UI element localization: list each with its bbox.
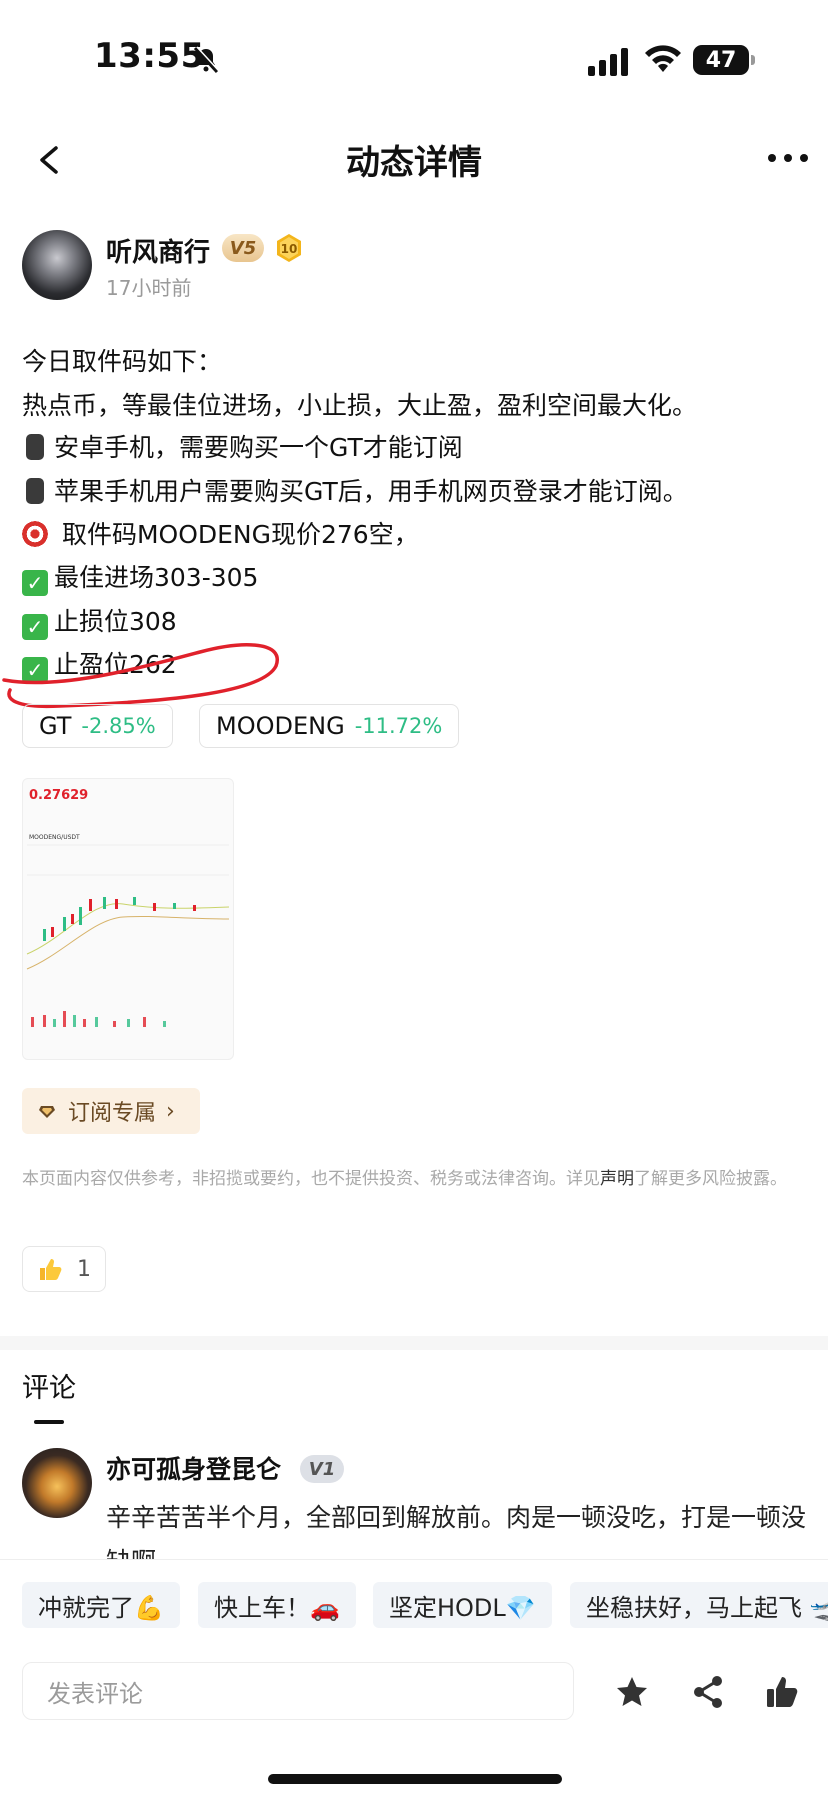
comment-input[interactable]: 发表评论	[22, 1662, 574, 1720]
thumb-price: 0.27629	[29, 788, 88, 803]
check-mark-icon: ✓	[22, 570, 48, 596]
wifi-icon	[645, 45, 681, 72]
post-line-text: 取件码MOODENG现价276空，	[54, 520, 419, 549]
signal-icon	[588, 48, 628, 76]
quick-reply-chip[interactable]: 冲就完了💪	[22, 1582, 180, 1628]
level-number: 10	[281, 242, 298, 256]
chart-screenshot-image[interactable]: 0.27629 MOODENG/USDT	[22, 778, 234, 1060]
ticker-symbol: MOODENG	[216, 712, 345, 740]
post-line: 今日取件码如下：	[22, 347, 223, 376]
post-line: ✓ 最佳进场303-305	[22, 558, 258, 596]
bell-muted-icon	[193, 46, 219, 74]
risk-disclaimer: 本页面内容仅供参考，非招揽或要约，也不提供投资、税务或法律咨询。详见声明了解更多…	[22, 1166, 806, 1192]
disclaimer-text: 本页面内容仅供参考，非招揽或要约，也不提供投资、税务或法律咨询。详见	[22, 1169, 600, 1189]
post-line: 取件码MOODENG现价276空，	[22, 515, 419, 551]
quick-reply-chip[interactable]: 坐稳扶好，马上起飞 🛫	[570, 1582, 828, 1628]
share-icon[interactable]	[690, 1674, 726, 1710]
diamond-icon	[39, 1106, 55, 1118]
thumbs-up-emoji-icon	[40, 1259, 62, 1280]
like-count: 1	[77, 1256, 91, 1282]
red-ink-circle	[2, 643, 279, 709]
level-badge-icon: 10	[277, 234, 301, 262]
author-name[interactable]: 听风商行	[106, 232, 210, 269]
post-line: 安卓手机，需要购买一个GT才能订阅	[22, 428, 463, 464]
post-line: 苹果手机用户需要购买GT后，用手机网页登录才能订阅。	[22, 472, 688, 508]
kline-chart-thumbnail: 0.27629 MOODENG/USDT	[26, 788, 230, 1027]
battery-indicator: 47	[693, 45, 755, 75]
section-divider	[0, 1336, 828, 1350]
more-dots-icon[interactable]	[766, 150, 810, 166]
post-time: 17小时前	[106, 276, 192, 300]
post-line-text: 最佳进场303-305	[54, 563, 259, 592]
author-avatar[interactable]	[22, 230, 92, 300]
status-time: 13:55	[94, 36, 205, 76]
star-icon[interactable]	[614, 1674, 650, 1710]
ticker-chip[interactable]: GT -2.85%	[22, 704, 173, 748]
thumb-pair: MOODENG/USDT	[29, 834, 80, 841]
disclaimer-link[interactable]: 声明	[600, 1169, 634, 1189]
ticker-change: -11.72%	[354, 714, 443, 738]
post-line-text: 苹果手机用户需要购买GT后，用手机网页登录才能订阅。	[54, 477, 688, 506]
page-title: 动态详情	[346, 143, 482, 183]
chevron-right-icon: ›	[166, 1098, 175, 1124]
home-indicator	[268, 1774, 562, 1784]
ticker-symbol: GT	[39, 712, 72, 740]
commenter-avatar[interactable]	[22, 1448, 92, 1518]
quick-reply-chip[interactable]: 快上车！🚗	[198, 1582, 356, 1628]
thumbs-up-icon[interactable]	[764, 1674, 800, 1710]
disclaimer-text-end: 了解更多风险披露。	[634, 1169, 787, 1189]
comment-text: 辛辛苦苦半个月，全部回到解放前。肉是一顿没吃，打是一顿没缺啊	[106, 1503, 807, 1560]
comments-title: 评论	[22, 1373, 76, 1404]
post-line: 热点币，等最佳位进场，小止损，大止盈，盈利空间最大化。	[22, 391, 698, 420]
dart-icon	[22, 521, 48, 547]
phone-icon	[26, 478, 44, 504]
like-button[interactable]: 1	[22, 1246, 106, 1292]
ticker-chip[interactable]: MOODENG -11.72%	[199, 704, 460, 748]
post-line-text: 安卓手机，需要购买一个GT才能订阅	[54, 433, 463, 462]
ticker-change: -2.85%	[81, 714, 156, 738]
vip-badge: V5	[222, 234, 264, 262]
vip-badge: V1	[300, 1455, 344, 1483]
quick-reply-chip[interactable]: 坚定HODL💎	[373, 1582, 552, 1628]
commenter-name[interactable]: 亦可孤身登昆仑	[106, 1450, 281, 1486]
phone-icon	[26, 434, 44, 460]
subscribe-label: 订阅专属	[68, 1101, 157, 1126]
subscribe-button[interactable]: 订阅专属 ›	[22, 1088, 200, 1134]
comments-tab-indicator	[34, 1420, 64, 1424]
